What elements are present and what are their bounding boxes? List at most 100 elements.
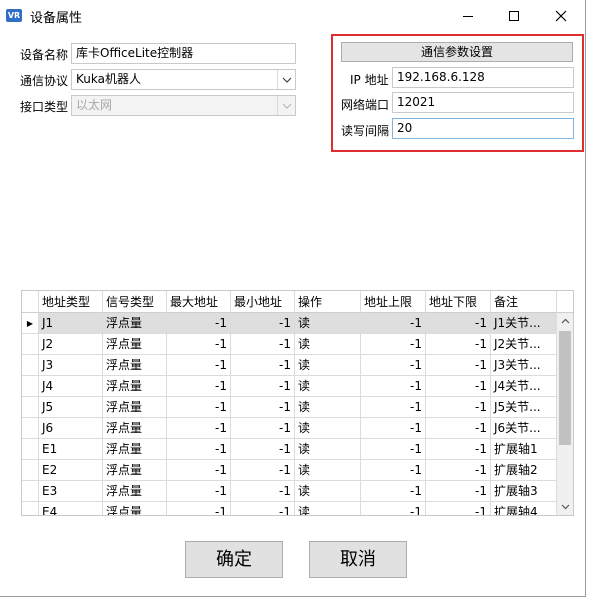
column-header[interactable]: 备注 bbox=[491, 291, 557, 313]
table-cell[interactable]: J3 bbox=[39, 355, 103, 376]
table-cell[interactable]: 读 bbox=[295, 397, 361, 418]
table-cell[interactable]: 读 bbox=[295, 460, 361, 481]
table-cell[interactable]: -1 bbox=[361, 355, 426, 376]
protocol-dropdown-button[interactable] bbox=[277, 70, 295, 89]
table-cell[interactable]: -1 bbox=[426, 355, 491, 376]
table-cell[interactable]: -1 bbox=[231, 460, 295, 481]
table-cell[interactable]: 扩展轴1 bbox=[491, 439, 557, 460]
column-header[interactable]: 最小地址 bbox=[231, 291, 295, 313]
table-cell[interactable]: -1 bbox=[231, 313, 295, 334]
table-cell[interactable]: -1 bbox=[231, 355, 295, 376]
table-cell[interactable]: 浮点量 bbox=[103, 376, 167, 397]
table-cell[interactable]: 读 bbox=[295, 376, 361, 397]
table-cell[interactable]: -1 bbox=[361, 439, 426, 460]
table-cell[interactable]: -1 bbox=[361, 313, 426, 334]
ip-input[interactable]: 192.168.6.128 bbox=[392, 67, 574, 88]
table-cell[interactable]: -1 bbox=[167, 502, 231, 515]
table-cell[interactable]: 读 bbox=[295, 418, 361, 439]
table-cell[interactable]: -1 bbox=[361, 397, 426, 418]
column-header[interactable]: 地址上限 bbox=[361, 291, 426, 313]
table-cell[interactable]: -1 bbox=[167, 439, 231, 460]
table-cell[interactable]: J5 bbox=[39, 397, 103, 418]
table-row[interactable]: E3 浮点量 -1 -1 读 -1 -1 扩展轴3 bbox=[22, 481, 557, 502]
table-cell[interactable]: -1 bbox=[426, 502, 491, 515]
table-row[interactable]: J2 浮点量 -1 -1 读 -1 -1 J2关节... bbox=[22, 334, 557, 355]
table-cell[interactable]: -1 bbox=[361, 334, 426, 355]
table-cell[interactable]: 浮点量 bbox=[103, 397, 167, 418]
table-cell[interactable]: -1 bbox=[167, 376, 231, 397]
table-cell[interactable]: 扩展轴4 bbox=[491, 502, 557, 515]
table-cell[interactable]: 读 bbox=[295, 334, 361, 355]
table-cell[interactable]: J1 bbox=[39, 313, 103, 334]
maximize-button[interactable] bbox=[491, 0, 537, 31]
table-row[interactable]: J6 浮点量 -1 -1 读 -1 -1 J6关节... bbox=[22, 418, 557, 439]
table-cell[interactable]: 浮点量 bbox=[103, 418, 167, 439]
table-cell[interactable]: 浮点量 bbox=[103, 481, 167, 502]
minimize-button[interactable] bbox=[445, 0, 491, 31]
table-cell[interactable]: J5关节... bbox=[491, 397, 557, 418]
table-cell[interactable]: J4 bbox=[39, 376, 103, 397]
table-row[interactable]: J4 浮点量 -1 -1 读 -1 -1 J4关节... bbox=[22, 376, 557, 397]
ok-button[interactable]: 确定 bbox=[185, 541, 283, 578]
table-row[interactable]: E2 浮点量 -1 -1 读 -1 -1 扩展轴2 bbox=[22, 460, 557, 481]
table-cell[interactable]: -1 bbox=[426, 481, 491, 502]
table-cell[interactable]: -1 bbox=[426, 376, 491, 397]
table-cell[interactable]: J3关节... bbox=[491, 355, 557, 376]
comm-settings-button[interactable]: 通信参数设置 bbox=[341, 42, 573, 62]
table-cell[interactable]: J6关节... bbox=[491, 418, 557, 439]
table-row[interactable]: E4 浮点量 -1 -1 读 -1 -1 扩展轴4 bbox=[22, 502, 557, 515]
table-cell[interactable]: -1 bbox=[426, 460, 491, 481]
table-cell[interactable]: E3 bbox=[39, 481, 103, 502]
table-cell[interactable]: -1 bbox=[167, 355, 231, 376]
table-row[interactable]: ▶ J1 浮点量 -1 -1 读 -1 -1 J1关节... bbox=[22, 313, 557, 334]
table-row[interactable]: E1 浮点量 -1 -1 读 -1 -1 扩展轴1 bbox=[22, 439, 557, 460]
interface-dropdown-button[interactable] bbox=[277, 96, 295, 115]
table-cell[interactable]: -1 bbox=[167, 397, 231, 418]
table-cell[interactable]: J6 bbox=[39, 418, 103, 439]
column-header[interactable]: 操作 bbox=[295, 291, 361, 313]
table-cell[interactable]: -1 bbox=[231, 376, 295, 397]
column-header[interactable]: 地址类型 bbox=[39, 291, 103, 313]
table-cell[interactable]: -1 bbox=[231, 397, 295, 418]
table-cell[interactable]: -1 bbox=[167, 313, 231, 334]
table-cell[interactable]: -1 bbox=[361, 481, 426, 502]
table-cell[interactable]: 读 bbox=[295, 355, 361, 376]
close-button[interactable] bbox=[538, 0, 584, 31]
table-cell[interactable]: J4关节... bbox=[491, 376, 557, 397]
scroll-up-button[interactable] bbox=[557, 313, 573, 329]
table-cell[interactable]: 浮点量 bbox=[103, 439, 167, 460]
table-cell[interactable]: 浮点量 bbox=[103, 502, 167, 515]
table-cell[interactable]: 扩展轴2 bbox=[491, 460, 557, 481]
table-cell[interactable]: J2 bbox=[39, 334, 103, 355]
table-cell[interactable]: -1 bbox=[167, 460, 231, 481]
table-cell[interactable]: 扩展轴3 bbox=[491, 481, 557, 502]
table-cell[interactable]: -1 bbox=[361, 502, 426, 515]
table-cell[interactable]: -1 bbox=[231, 481, 295, 502]
table-cell[interactable]: -1 bbox=[231, 502, 295, 515]
table-cell[interactable]: -1 bbox=[167, 481, 231, 502]
interval-input[interactable]: 20 bbox=[392, 118, 574, 139]
table-cell[interactable]: 浮点量 bbox=[103, 313, 167, 334]
cancel-button[interactable]: 取消 bbox=[309, 541, 407, 578]
scrollbar-thumb[interactable] bbox=[559, 331, 571, 445]
table-cell[interactable]: -1 bbox=[231, 418, 295, 439]
table-cell[interactable]: E2 bbox=[39, 460, 103, 481]
table-cell[interactable]: 浮点量 bbox=[103, 355, 167, 376]
table-cell[interactable]: E4 bbox=[39, 502, 103, 515]
column-header[interactable]: 地址下限 bbox=[426, 291, 491, 313]
table-cell[interactable]: -1 bbox=[426, 334, 491, 355]
column-header[interactable]: 信号类型 bbox=[103, 291, 167, 313]
table-cell[interactable]: J2关节... bbox=[491, 334, 557, 355]
table-cell[interactable]: -1 bbox=[361, 376, 426, 397]
table-cell[interactable]: -1 bbox=[231, 334, 295, 355]
table-cell[interactable]: -1 bbox=[167, 334, 231, 355]
column-header[interactable]: 最大地址 bbox=[167, 291, 231, 313]
table-cell[interactable]: -1 bbox=[231, 439, 295, 460]
table-cell[interactable]: -1 bbox=[167, 418, 231, 439]
table-cell[interactable]: 读 bbox=[295, 481, 361, 502]
table-cell[interactable]: -1 bbox=[426, 439, 491, 460]
table-cell[interactable]: -1 bbox=[426, 418, 491, 439]
interface-select[interactable]: 以太网 bbox=[71, 95, 296, 116]
table-cell[interactable]: 读 bbox=[295, 439, 361, 460]
table-cell[interactable]: -1 bbox=[426, 313, 491, 334]
